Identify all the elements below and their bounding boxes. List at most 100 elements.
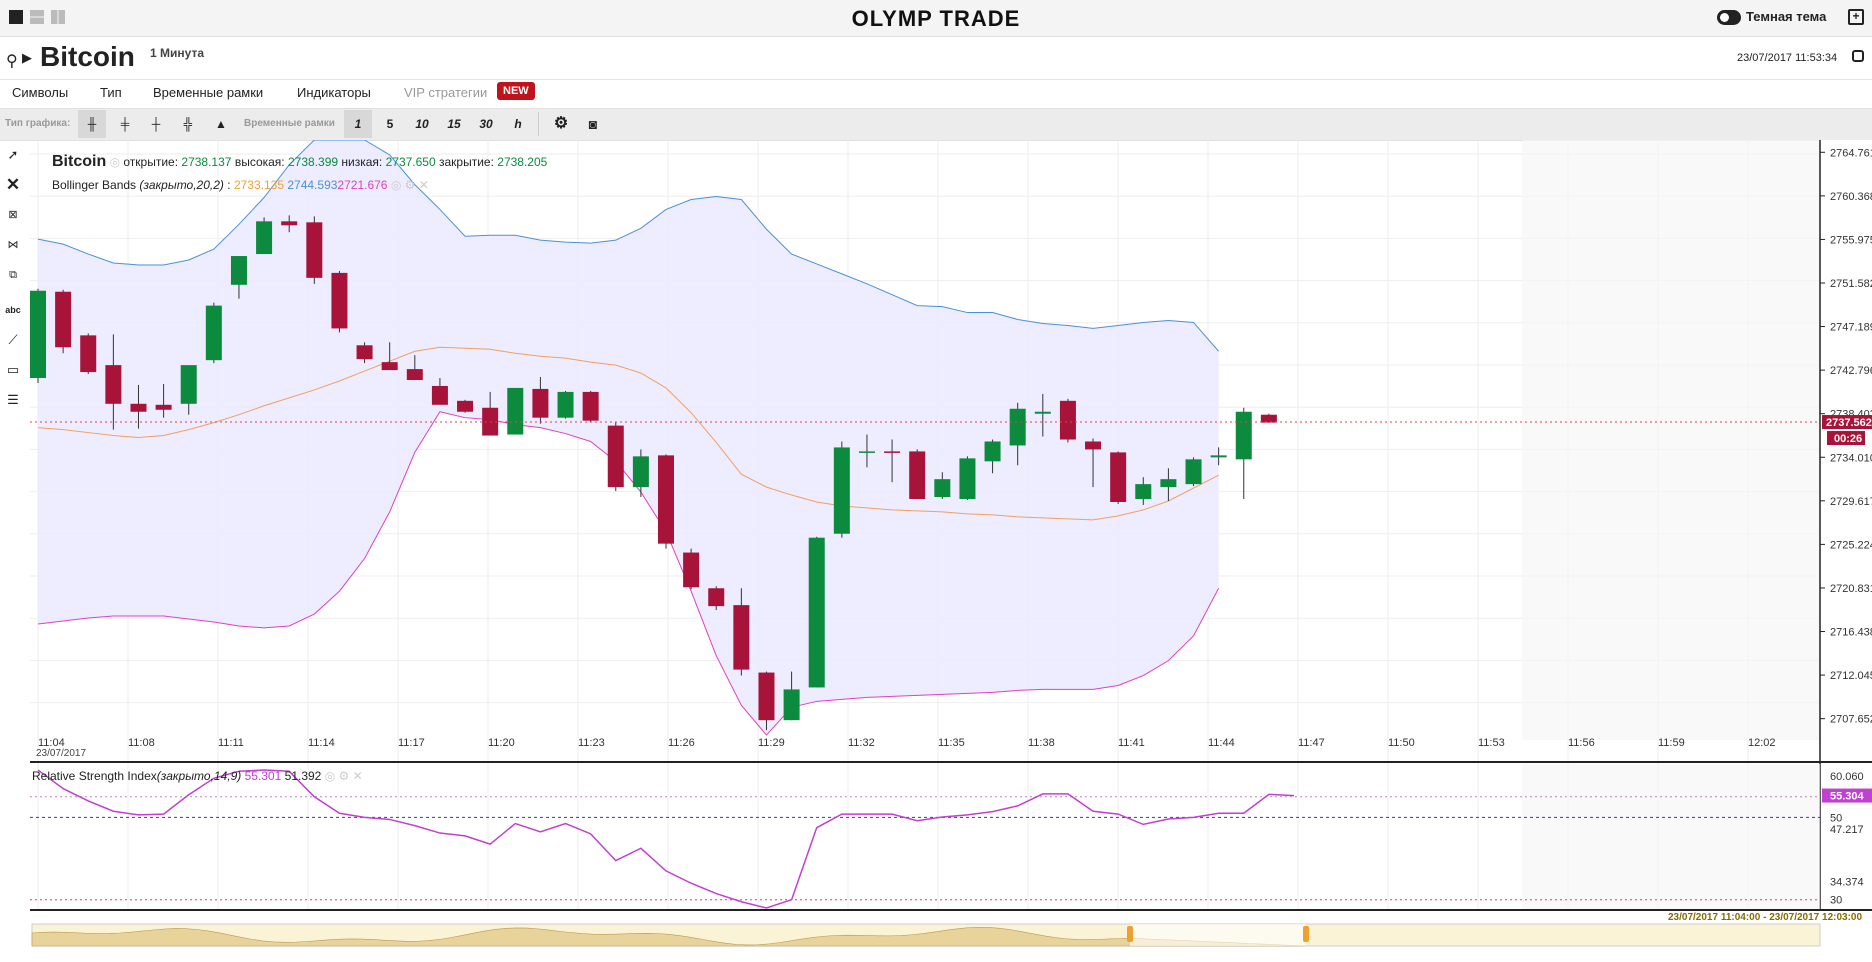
menu-vip-strategies[interactable]: VIP стратегии	[404, 85, 487, 100]
chart-area[interactable]: 2764.761 2760.368 2755.975 2751.582 2747.189…	[0, 140, 1872, 962]
menu-timeframes[interactable]: Временные рамки	[153, 85, 263, 100]
price-tick-label: 2760.368	[1830, 191, 1872, 203]
search-icon[interactable]: ⚲	[6, 51, 18, 71]
bb-eye-icon[interactable]: ◎ ⚙ ✕	[391, 178, 429, 192]
price-tick-label: 2707.652	[1830, 714, 1872, 726]
candle-body	[1235, 411, 1252, 460]
legend-asset: Bitcoin	[52, 153, 107, 170]
candle-body	[431, 385, 448, 405]
navigator-window	[1130, 924, 1306, 946]
time-tick-label: 11:32	[848, 737, 875, 749]
time-tick-label: 11:23	[578, 737, 605, 749]
timeframe-h[interactable]: h	[504, 110, 532, 138]
candle-body	[55, 291, 72, 348]
navigator-right-handle	[1303, 926, 1309, 942]
candle-body	[30, 290, 46, 379]
candle-body	[984, 441, 1001, 462]
rsi-tick-label: 60.060	[1830, 771, 1864, 783]
toolbar-divider	[538, 112, 539, 136]
candle-body	[180, 365, 197, 404]
candle-body	[306, 222, 323, 278]
theme-toggle[interactable]	[1717, 10, 1741, 25]
menu-type[interactable]: Тип	[100, 85, 122, 100]
chart-type-label: Тип графика:	[5, 118, 71, 129]
legend-open: 2738.137	[181, 155, 232, 169]
bb-separator: :	[227, 178, 231, 192]
candle-body	[909, 451, 926, 500]
legend-low-label: низкая:	[341, 155, 383, 169]
rsi-params: (закрыто,14,9)	[156, 769, 242, 783]
rsi-tick-label: 50	[1830, 812, 1842, 824]
timeframe-1[interactable]: 1	[344, 110, 372, 138]
rsi-eye-icon[interactable]: ◎ ⚙ ✕	[325, 769, 363, 783]
candle-body	[256, 221, 273, 255]
bars-type-icon[interactable]: ┼	[142, 110, 170, 138]
rsi-label: Relative Strength Index	[32, 769, 157, 783]
time-tick-label: 11:59	[1658, 737, 1685, 749]
timeframe-5[interactable]: 5	[376, 110, 404, 138]
menu-symbols[interactable]: Символы	[12, 85, 68, 100]
candle-body	[1110, 452, 1127, 502]
rsi-future-area	[1522, 764, 1820, 910]
time-tick-label: 11:26	[668, 737, 695, 749]
price-tick-label: 2751.582	[1830, 278, 1872, 290]
price-tick-label: 2729.617	[1830, 496, 1872, 508]
area-type-icon[interactable]: ▲	[207, 110, 235, 138]
candle-body	[80, 335, 97, 373]
timeframe-30[interactable]: 30	[472, 110, 500, 138]
time-tick-label: 11:53	[1478, 737, 1505, 749]
candle-body	[331, 272, 348, 329]
heikin-ashi-type-icon[interactable]: ╬	[174, 110, 202, 138]
candle-body	[934, 479, 951, 498]
legend-close-label: закрытие:	[439, 155, 494, 169]
time-tick-label: 11:11	[218, 737, 244, 749]
clock-icon[interactable]	[1852, 50, 1864, 62]
candle-body	[406, 369, 423, 380]
settings-icon[interactable]: ⚙	[547, 110, 575, 138]
candle-body	[632, 456, 649, 488]
candles-type-icon[interactable]: ╫	[78, 110, 106, 138]
candle-body	[1009, 408, 1026, 446]
candle-body	[833, 447, 850, 534]
eye-icon[interactable]: ◎	[110, 155, 120, 169]
price-tick-label: 2734.010	[1830, 452, 1872, 464]
hollow-candles-type-icon[interactable]: ╪	[111, 110, 139, 138]
candle-body	[783, 689, 800, 721]
legend-open-label: открытие:	[123, 155, 179, 169]
add-window-icon[interactable]: +	[1848, 9, 1864, 25]
time-tick-label: 11:17	[398, 737, 425, 749]
candle-body	[1260, 414, 1277, 423]
bb-mid-value: 2733.135	[233, 178, 285, 192]
candle-body	[1135, 484, 1152, 500]
candle-body	[607, 425, 624, 488]
new-badge: NEW	[497, 82, 535, 100]
menu-indicators[interactable]: Индикаторы	[297, 85, 371, 100]
price-tick-label: 2755.975	[1830, 234, 1872, 246]
rsi-legend[interactable]: Relative Strength Index(закрыто,14,9) 55…	[32, 769, 363, 783]
candle-body	[708, 588, 725, 607]
candle-body	[205, 305, 222, 361]
price-tick-label: 2742.796	[1830, 365, 1872, 377]
caret-right-icon[interactable]: ▶	[22, 50, 32, 66]
timeframe-15[interactable]: 15	[440, 110, 468, 138]
countdown-value: 00:26	[1834, 433, 1862, 445]
rsi-current-value: 55.304	[1830, 791, 1865, 803]
rsi-signal: 51.392	[284, 769, 322, 783]
asset-title[interactable]: Bitcoin	[40, 41, 135, 73]
price-tick-label: 2764.761	[1830, 147, 1872, 159]
rsi-tick-label: 34.374	[1830, 877, 1864, 889]
time-tick-label: 11:44	[1208, 737, 1235, 749]
time-axis-date: 23/07/2017	[36, 748, 86, 759]
navigator-range: 23/07/2017 11:04:00 - 23/07/2017 12:03:0…	[1668, 912, 1862, 923]
bollinger-legend[interactable]: Bollinger Bands (закрыто,20,2) : 2733.13…	[52, 178, 429, 192]
price-tick-label: 2712.045	[1830, 670, 1872, 682]
candle-body	[557, 391, 574, 418]
legend-high: 2738.399	[287, 155, 339, 169]
candle-body	[808, 537, 825, 688]
timeframe-10[interactable]: 10	[408, 110, 436, 138]
theme-label[interactable]: Темная тема	[1746, 9, 1826, 24]
candle-body	[1210, 455, 1227, 458]
current-price-value: 2737.562	[1826, 417, 1872, 429]
camera-icon[interactable]: ◙	[579, 110, 607, 138]
server-datetime: 23/07/2017 11:53:34	[1737, 52, 1838, 64]
